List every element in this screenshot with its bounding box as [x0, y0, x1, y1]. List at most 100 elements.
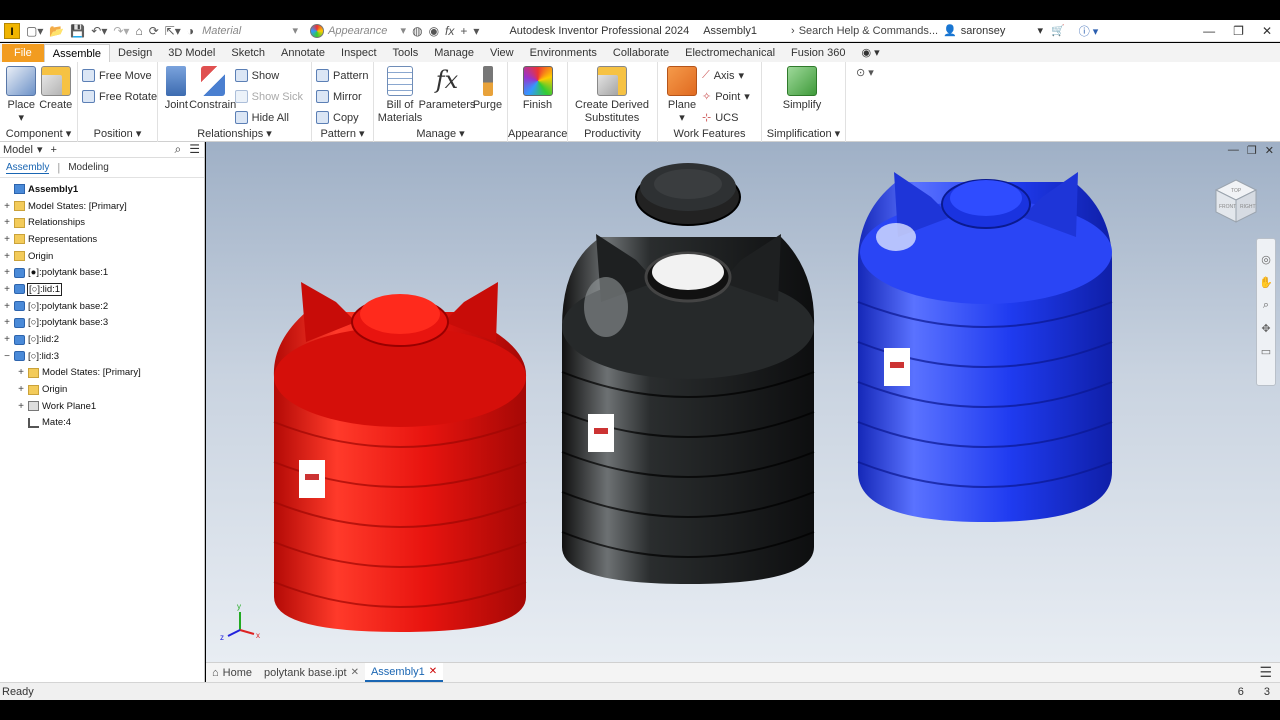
panel-title-position[interactable]: Position ▾ [78, 127, 157, 140]
color-override-icon[interactable]: ◑ [187, 24, 194, 38]
doc-tab-home[interactable]: ⌂ Home [206, 663, 258, 682]
expand-icon[interactable]: + [16, 384, 26, 395]
clear-appearance-icon[interactable]: ◉ [429, 24, 439, 38]
copy-button[interactable]: Copy [316, 109, 368, 126]
tree-node[interactable]: + Relationships [0, 214, 204, 231]
point-button[interactable]: ✧ Point ▾ [702, 88, 750, 105]
tab-assembly[interactable]: Assembly [6, 162, 50, 174]
doc-tab-polytank-base[interactable]: polytank base.ipt ✕ [258, 663, 365, 682]
steering-wheel-icon[interactable]: ◎ [1261, 253, 1271, 266]
inventor-logo-icon[interactable]: I [4, 22, 20, 39]
close-tab-icon[interactable]: ✕ [429, 666, 437, 677]
tree-node[interactable]: + Representations [0, 231, 204, 248]
tab-tools[interactable]: Tools [385, 44, 427, 62]
expand-icon[interactable]: + [16, 401, 26, 412]
tree-node[interactable]: + [●]:polytank base:1 [0, 264, 204, 281]
panel-title-relationships[interactable]: Relationships ▾ [158, 127, 311, 140]
ribbon-options-icon[interactable]: ⊙ ▾ [846, 62, 874, 141]
redo-icon[interactable]: ↷▾ [113, 24, 129, 38]
adjust-icon[interactable]: ◍ [412, 24, 422, 38]
expand-icon[interactable]: + [2, 334, 12, 345]
zoom-icon[interactable]: ⌕ [1263, 299, 1269, 312]
blue-tank[interactable] [857, 172, 1113, 522]
ucs-button[interactable]: ⊹ UCS [702, 109, 750, 126]
tab-collaborate[interactable]: Collaborate [605, 44, 677, 62]
tree-node[interactable]: + [○]:polytank base:2 [0, 298, 204, 315]
expand-icon[interactable]: + [2, 234, 12, 245]
close-icon[interactable]: ✕ [1262, 24, 1272, 38]
tree-node[interactable]: + [○]:lid:2 [0, 331, 204, 348]
tree-node[interactable]: − [○]:lid:3 [0, 348, 204, 365]
tree-node[interactable]: + [○]:polytank base:3 [0, 315, 204, 332]
tab-sketch[interactable]: Sketch [223, 44, 273, 62]
tab-fusion-360[interactable]: Fusion 360 [783, 44, 853, 62]
tree-node[interactable]: + [○]:lid:1 [0, 281, 204, 298]
tab-options-icon[interactable]: ◉ ▾ [853, 44, 887, 62]
tree-node[interactable]: Mate:4 [0, 415, 204, 432]
panel-title-component[interactable]: Component ▾ [0, 127, 77, 140]
tab-file[interactable]: File [2, 44, 44, 62]
close-tab-icon[interactable]: ✕ [351, 667, 359, 678]
tabs-menu-icon[interactable]: ☰ [1259, 664, 1272, 681]
expand-icon[interactable]: + [2, 284, 12, 295]
search-help-input[interactable]: › Search Help & Commands... [791, 25, 939, 37]
expand-icon[interactable]: + [2, 317, 12, 328]
expand-icon[interactable]: + [2, 251, 12, 262]
expand-icon[interactable]: + [16, 367, 26, 378]
restore-icon[interactable]: ❐ [1233, 24, 1244, 38]
help-icon[interactable]: ⓘ ▾ [1079, 23, 1099, 39]
tree-node[interactable]: + Model States: [Primary] [0, 365, 204, 382]
tree-node[interactable]: Assembly1 [0, 181, 204, 198]
tab-manage[interactable]: Manage [426, 44, 482, 62]
tab-view[interactable]: View [482, 44, 522, 62]
search-icon[interactable]: ⌕ [175, 142, 182, 157]
material-selector[interactable]: Material ▾ [202, 24, 298, 38]
open-icon[interactable]: 📂 [49, 24, 64, 38]
panel-title-manage[interactable]: Manage ▾ [374, 127, 507, 140]
tree-node[interactable]: + Origin [0, 381, 204, 398]
tab-electromechanical[interactable]: Electromechanical [677, 44, 783, 62]
select-icon[interactable]: ⇱▾ [165, 24, 181, 38]
free-rotate-button[interactable]: Free Rotate [82, 88, 157, 105]
appearance-selector[interactable]: Appearance ▾ [310, 23, 406, 38]
tab-annotate[interactable]: Annotate [273, 44, 333, 62]
fx-icon[interactable]: fx [445, 24, 454, 38]
tab-environments[interactable]: Environments [522, 44, 605, 62]
expand-icon[interactable]: + [2, 267, 12, 278]
expand-icon[interactable]: + [2, 301, 12, 312]
tab-inspect[interactable]: Inspect [333, 44, 384, 62]
viewcube[interactable]: TOP FRONT RIGHT [1212, 176, 1260, 224]
axis-button[interactable]: ⟋ Axis ▾ [702, 67, 750, 84]
customize-icon[interactable]: ▾ [473, 24, 479, 38]
red-tank[interactable] [273, 282, 527, 632]
tab-modeling[interactable]: Modeling [68, 162, 109, 173]
free-move-button[interactable]: Free Move [82, 67, 157, 84]
undo-icon[interactable]: ↶▾ [91, 24, 107, 38]
show-button[interactable]: Show [234, 67, 303, 84]
plus-icon[interactable]: + [460, 24, 467, 38]
mirror-button[interactable]: Mirror [316, 88, 368, 105]
tab-assemble[interactable]: Assemble [43, 44, 111, 62]
look-at-icon[interactable]: ▭ [1261, 345, 1271, 358]
floating-lid[interactable] [635, 163, 741, 226]
tree-node[interactable]: + Model States: [Primary] [0, 198, 204, 215]
pattern-button[interactable]: Pattern [316, 67, 368, 84]
expand-icon[interactable]: − [2, 351, 12, 362]
panel-title-simplification[interactable]: Simplification ▾ [762, 127, 845, 140]
doc-tab-assembly1[interactable]: Assembly1 ✕ [364, 663, 444, 682]
orbit-icon[interactable]: ✥ [1261, 322, 1270, 335]
minimize-icon[interactable]: — [1203, 24, 1215, 38]
new-file-icon[interactable]: ▢▾ [26, 24, 43, 38]
tree-node[interactable]: + Work Plane1 [0, 398, 204, 415]
graphics-viewport[interactable]: — ❐ ✕ y x z TOP FRONT RIGHT ◎ ✋ ⌕ ✥ ▭ [206, 142, 1280, 662]
show-sick-button[interactable]: Show Sick [234, 88, 303, 105]
save-icon[interactable]: 💾 [70, 24, 85, 38]
menu-icon[interactable]: ☰ [189, 142, 200, 157]
black-tank[interactable] [561, 234, 815, 584]
tab-3d-model[interactable]: 3D Model [160, 44, 223, 62]
tab-design[interactable]: Design [110, 44, 160, 62]
expand-icon[interactable]: + [2, 201, 12, 212]
update-icon[interactable]: ⟳ [149, 24, 159, 38]
tree-node[interactable]: + Origin [0, 248, 204, 265]
user-account[interactable]: 👤 saronsey ▾ [943, 24, 1043, 38]
